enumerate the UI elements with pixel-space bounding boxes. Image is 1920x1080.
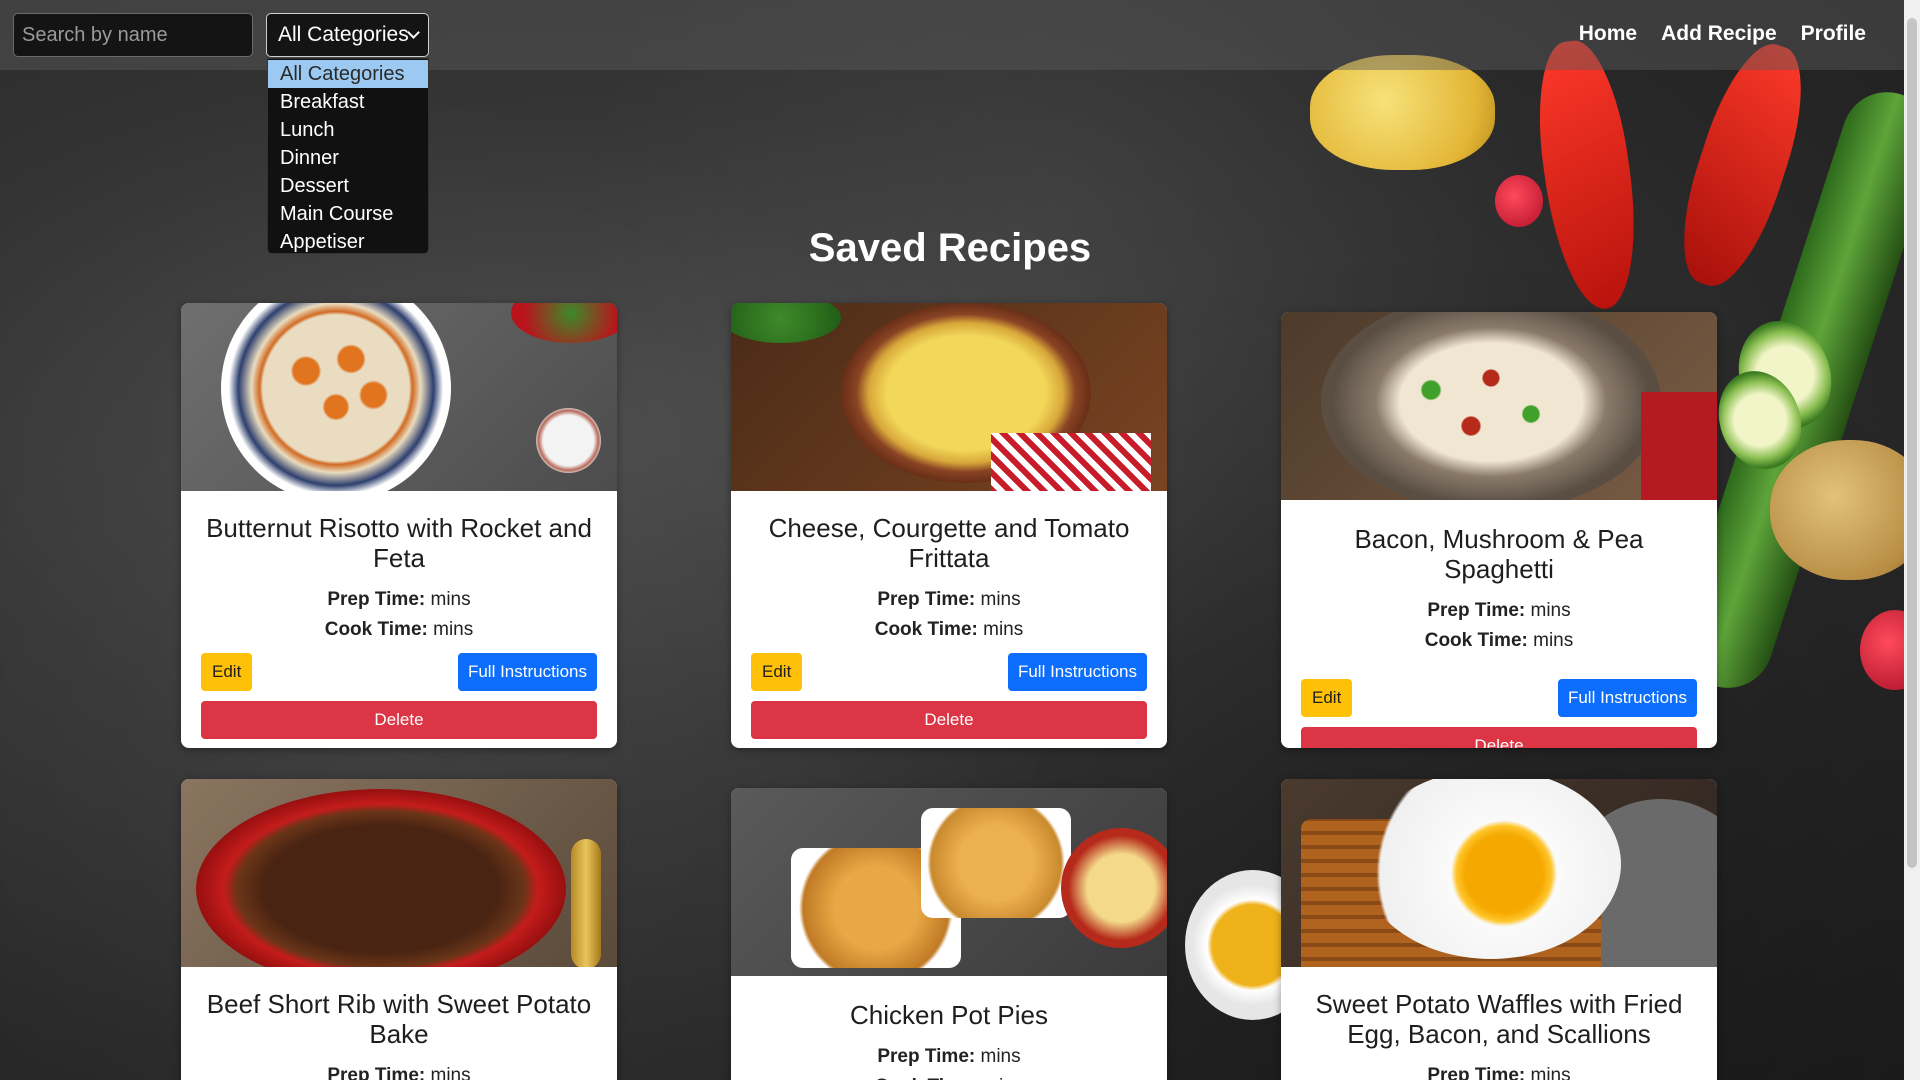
cook-time: Cook Time: mins — [751, 615, 1147, 645]
cook-time-label: Cook Time: — [875, 1076, 978, 1080]
cook-time-label: Cook Time: — [874, 619, 978, 640]
prep-time-value: mins — [1530, 600, 1571, 621]
search-input[interactable] — [13, 13, 253, 57]
prep-time-value: mins — [980, 589, 1021, 610]
prep-time: Prep Time: mins — [201, 585, 597, 615]
prep-time-label: Prep Time: — [1427, 1065, 1526, 1080]
recipe-card: Sweet Potato Waffles with Fried Egg, Bac… — [1281, 779, 1717, 1080]
prep-time: Prep Time: mins — [1301, 596, 1697, 626]
recipe-title: Chicken Pot Pies — [850, 1000, 1048, 1030]
page-title: Saved Recipes — [808, 226, 1092, 270]
edit-button[interactable]: Edit — [201, 653, 253, 691]
prep-time-label: Prep Time: — [327, 589, 426, 610]
recipe-card: Chicken Pot Pies Prep Time: mins Cook Ti… — [731, 788, 1167, 1080]
category-select[interactable]: All Categories — [266, 13, 429, 57]
nav-profile-link[interactable]: Profile — [1801, 22, 1866, 46]
prep-time-value: mins — [430, 589, 471, 610]
category-select-value: All Categories — [278, 23, 409, 46]
prep-time-label: Prep Time: — [327, 1065, 426, 1080]
recipe-title: Cheese, Courgette and Tomato Frittata — [768, 513, 1130, 573]
prep-time-label: Prep Time: — [877, 1046, 976, 1067]
prep-time-value: mins — [1530, 1065, 1571, 1080]
cook-time-value: mins — [983, 619, 1024, 640]
nav-links: Home Add Recipe Profile — [1579, 22, 1866, 46]
full-instructions-button[interactable]: Full Instructions — [457, 653, 597, 691]
nav-home-link[interactable]: Home — [1579, 22, 1637, 46]
recipe-image — [181, 779, 617, 967]
prep-time: Prep Time: mins — [751, 585, 1147, 615]
cook-time-value: mins — [433, 619, 474, 640]
cook-time-value: mins — [1533, 630, 1574, 651]
delete-button[interactable]: Delete — [1301, 727, 1697, 748]
cook-time-value: mins — [983, 1076, 1023, 1080]
radish-decoration — [1495, 175, 1543, 227]
recipe-card: Cheese, Courgette and Tomato Frittata Pr… — [731, 303, 1167, 748]
delete-button[interactable]: Delete — [201, 701, 597, 739]
cook-time: Cook Time: mins — [201, 615, 597, 645]
prep-time-label: Prep Time: — [877, 589, 976, 610]
scrollbar-thumb[interactable] — [1907, 18, 1917, 868]
cook-time: Cook Time: mins — [1301, 626, 1697, 656]
cook-time: Cook Time: mins — [751, 1072, 1147, 1080]
prep-time-label: Prep Time: — [1427, 600, 1526, 621]
recipe-card: Beef Short Rib with Sweet Potato Bake Pr… — [181, 779, 617, 1080]
cook-time-label: Cook Time: — [1424, 630, 1528, 651]
recipe-title: Bacon, Mushroom & Pea Spaghetti — [1354, 524, 1644, 584]
category-option-lunch[interactable]: Lunch — [268, 116, 428, 144]
full-instructions-button[interactable]: Full Instructions — [1557, 679, 1697, 717]
nav-add-recipe-link[interactable]: Add Recipe — [1661, 22, 1777, 46]
recipe-title: Beef Short Rib with Sweet Potato Bake — [206, 989, 592, 1049]
potato-decoration — [1770, 440, 1920, 580]
recipe-title: Butternut Risotto with Rocket and Feta — [206, 513, 592, 573]
prep-time: Prep Time: mins — [201, 1061, 597, 1080]
prep-time: Prep Time: mins — [751, 1042, 1147, 1072]
page-scrollbar[interactable] — [1904, 0, 1920, 1080]
recipe-card: Bacon, Mushroom & Pea Spaghetti Prep Tim… — [1281, 312, 1717, 748]
recipe-image — [181, 303, 617, 491]
cook-time-label: Cook Time: — [324, 619, 428, 640]
prep-time-value: mins — [430, 1065, 471, 1080]
recipe-title: Sweet Potato Waffles with Fried Egg, Bac… — [1315, 989, 1683, 1049]
recipe-image — [731, 303, 1167, 491]
category-option-breakfast[interactable]: Breakfast — [268, 88, 428, 116]
corn-decoration — [1310, 55, 1495, 170]
recipe-image — [1281, 779, 1717, 967]
recipe-card: Butternut Risotto with Rocket and Feta P… — [181, 303, 617, 748]
category-option-dessert[interactable]: Dessert — [268, 172, 428, 200]
delete-button[interactable]: Delete — [751, 701, 1147, 739]
prep-time: Prep Time: mins — [1301, 1061, 1697, 1080]
category-option-main-course[interactable]: Main Course — [268, 200, 428, 228]
recipe-image — [1281, 312, 1717, 500]
category-option-all[interactable]: All Categories — [268, 60, 428, 88]
edit-button[interactable]: Edit — [1301, 679, 1353, 717]
category-option-dinner[interactable]: Dinner — [268, 144, 428, 172]
category-dropdown-list: All Categories Breakfast Lunch Dinner De… — [267, 58, 429, 254]
chevron-down-icon — [407, 26, 420, 39]
full-instructions-button[interactable]: Full Instructions — [1007, 653, 1147, 691]
edit-button[interactable]: Edit — [751, 653, 803, 691]
recipe-image — [731, 788, 1167, 976]
prep-time-value: mins — [980, 1046, 1021, 1067]
